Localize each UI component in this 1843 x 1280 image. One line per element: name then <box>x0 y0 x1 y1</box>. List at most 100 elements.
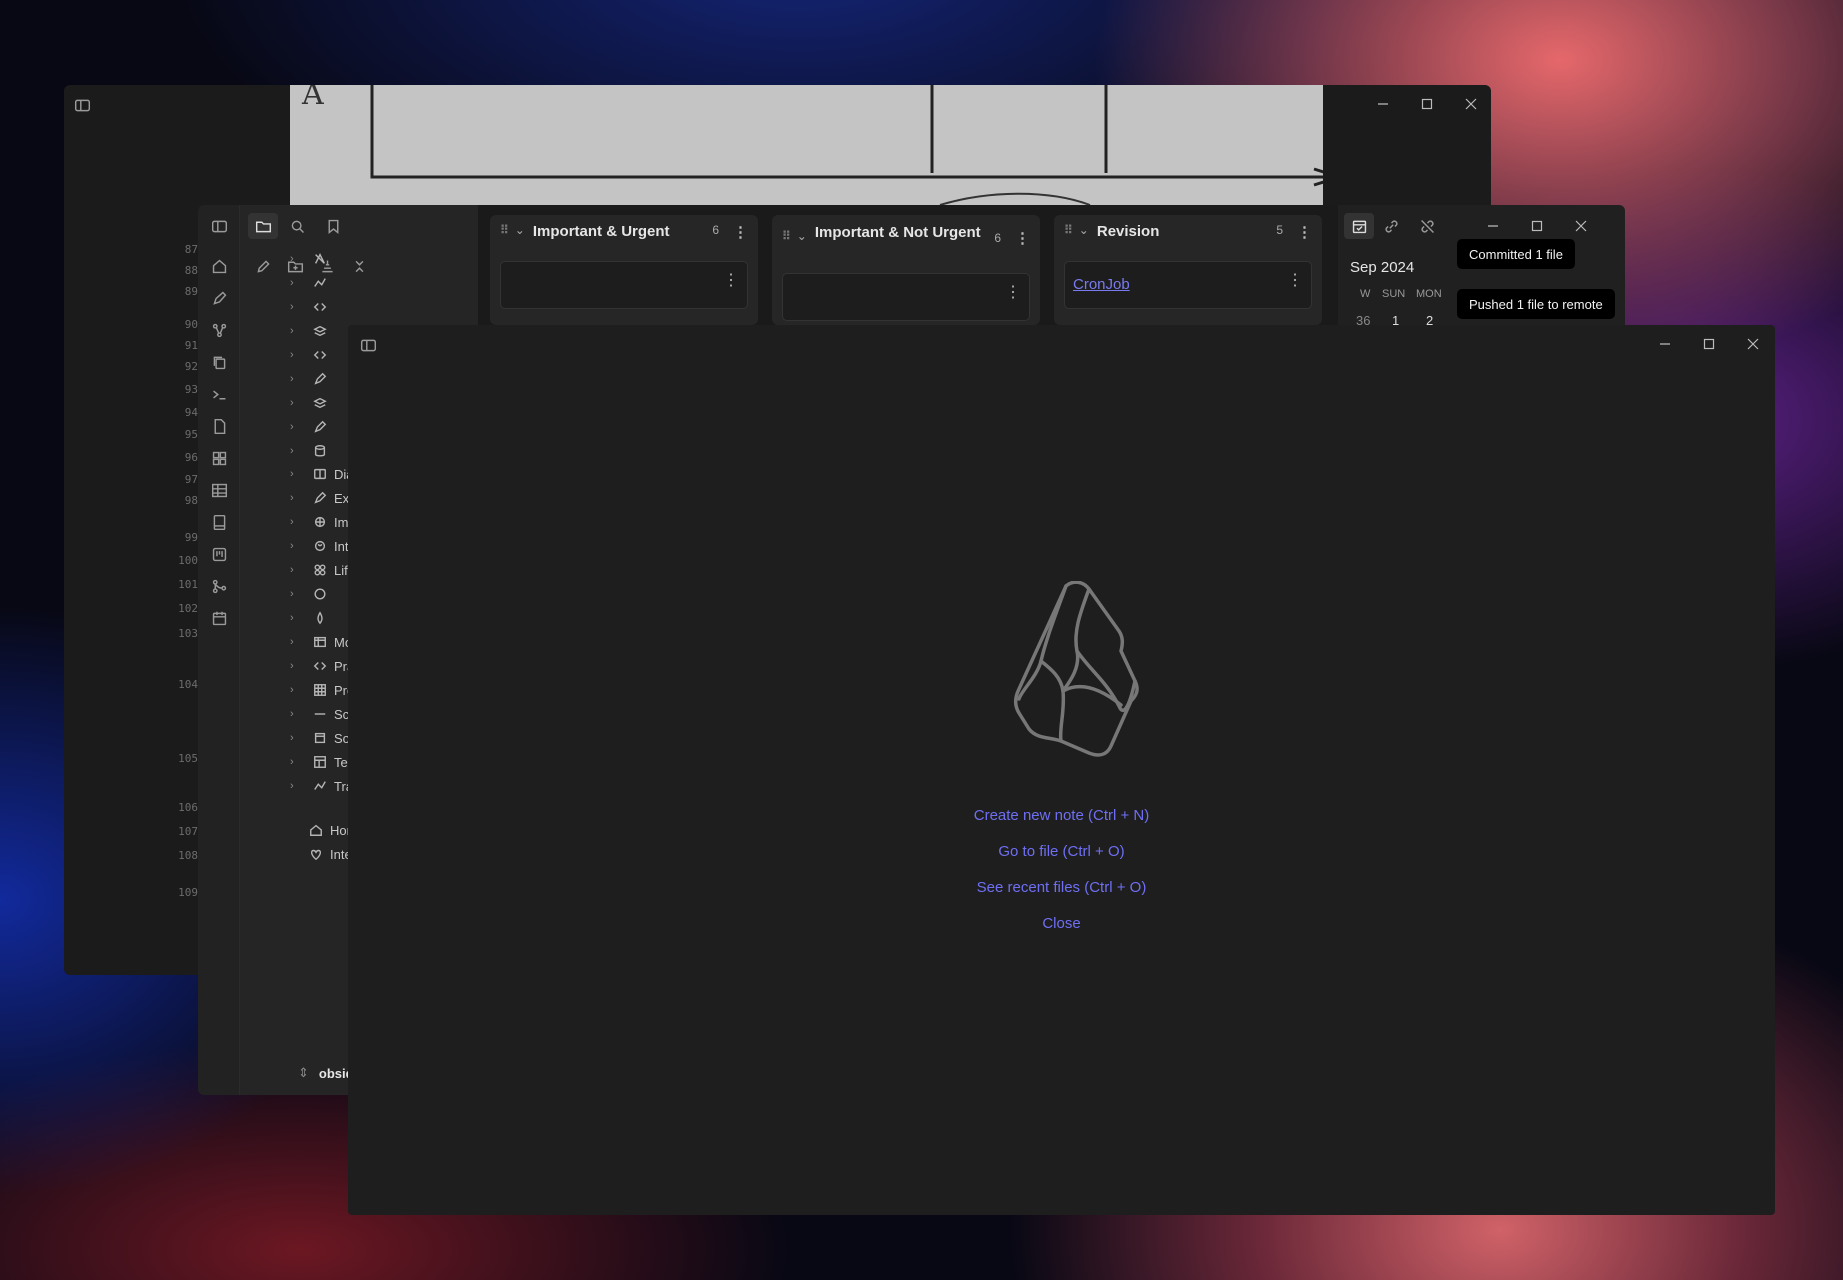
excalidraw-canvas[interactable]: A <box>290 85 1323 205</box>
more-icon[interactable]: ⋮ <box>1005 282 1021 302</box>
line-number: 94 <box>184 406 198 419</box>
new-note-icon[interactable] <box>252 255 274 277</box>
more-icon[interactable]: ⋮ <box>733 223 748 241</box>
minimize-button[interactable] <box>1654 333 1676 355</box>
bookmark-icon[interactable] <box>322 215 344 237</box>
card-link[interactable]: CronJob <box>1073 276 1130 293</box>
pen-icon[interactable] <box>208 287 230 309</box>
line-number: 106 <box>178 801 198 814</box>
line-number: 95 <box>184 428 198 441</box>
chevron-right-icon: › <box>290 564 294 576</box>
go-to-file-link[interactable]: Go to file (Ctrl + O) <box>348 843 1775 860</box>
drag-handle-icon[interactable]: ⠿ <box>500 223 509 237</box>
more-icon[interactable]: ⋮ <box>1297 223 1312 241</box>
notification-toast[interactable]: Committed 1 file <box>1457 239 1575 269</box>
obsidian-logo <box>1011 580 1151 761</box>
book-icon[interactable] <box>208 511 230 533</box>
chevron-right-icon: › <box>290 325 294 337</box>
folder-icon <box>312 395 328 411</box>
folder-icon <box>312 634 328 650</box>
kanban-card[interactable]: CronJob ⋮ <box>1064 261 1312 309</box>
more-icon[interactable]: ⋮ <box>1015 229 1030 247</box>
calendar-check-icon[interactable] <box>1344 213 1374 239</box>
calendar-month: Sep 2024 <box>1350 259 1415 276</box>
sidebar-toggle-icon[interactable] <box>358 335 378 355</box>
sidebar-toggle-icon[interactable] <box>72 95 92 115</box>
minimize-button[interactable] <box>1482 215 1504 237</box>
folder-icon <box>312 466 328 482</box>
line-number: 87 <box>184 243 198 256</box>
ribbon <box>198 205 240 1095</box>
chevron-down-icon[interactable]: ⌄ <box>797 229 807 243</box>
kanban-lane: ⠿ ⌄ Important & Not Urgent 6 ⋮ ⋮ <box>772 215 1040 325</box>
kanban-card[interactable]: ⋮ <box>782 273 1030 321</box>
tree-folder[interactable]: › <box>290 439 334 463</box>
tree-folder[interactable]: › <box>290 415 334 439</box>
chevron-down-icon[interactable]: ⌄ <box>515 223 525 237</box>
create-new-note-link[interactable]: Create new note (Ctrl + N) <box>348 807 1775 824</box>
folder-icon <box>312 586 328 602</box>
folder-icon <box>312 514 328 530</box>
file-icon[interactable] <box>208 415 230 437</box>
tree-folder[interactable]: › <box>290 295 334 319</box>
line-number: 109 <box>178 886 198 899</box>
graph-icon[interactable] <box>208 319 230 341</box>
maximize-button[interactable] <box>1526 215 1548 237</box>
tree-folder[interactable]: › <box>290 391 334 415</box>
collapse-icon[interactable] <box>348 255 370 277</box>
link-icon[interactable] <box>1380 215 1402 237</box>
chevron-down-icon[interactable]: ⌄ <box>1079 223 1089 237</box>
tree-folder[interactable]: › <box>290 247 334 271</box>
drag-handle-icon[interactable]: ⠿ <box>782 229 791 243</box>
more-icon[interactable]: ⋮ <box>1287 270 1303 290</box>
close-button[interactable] <box>1742 333 1764 355</box>
maximize-button[interactable] <box>1416 93 1438 115</box>
grid-icon[interactable] <box>208 447 230 469</box>
tree-folder[interactable]: › <box>290 367 334 391</box>
chevron-right-icon: › <box>290 277 294 289</box>
chevron-right-icon: › <box>290 708 294 720</box>
home-icon[interactable] <box>208 255 230 277</box>
kanban-card[interactable]: ⋮ <box>500 261 748 309</box>
drag-handle-icon[interactable]: ⠿ <box>1064 223 1073 237</box>
sidebar-toggle-icon[interactable] <box>208 215 230 237</box>
kanban-lane: ⠿ ⌄ Revision 5 ⋮ CronJob ⋮ <box>1054 215 1322 325</box>
tree-folder[interactable]: › <box>290 319 334 343</box>
close-button[interactable] <box>1570 215 1592 237</box>
chevron-right-icon: › <box>290 612 294 624</box>
close-link[interactable]: Close <box>348 915 1775 932</box>
chevron-right-icon: › <box>290 780 294 792</box>
chevron-right-icon: › <box>290 445 294 457</box>
folder-icon[interactable] <box>248 213 278 239</box>
line-number: 103 <box>178 627 198 640</box>
more-icon[interactable]: ⋮ <box>723 270 739 290</box>
close-button[interactable] <box>1460 93 1482 115</box>
chevron-right-icon: › <box>290 660 294 672</box>
copy-icon[interactable] <box>208 351 230 373</box>
chevron-right-icon: › <box>290 588 294 600</box>
file-icon <box>308 846 324 862</box>
kanban-icon[interactable] <box>208 543 230 565</box>
search-icon[interactable] <box>286 215 308 237</box>
terminal-icon[interactable] <box>208 383 230 405</box>
folder-icon <box>312 610 328 626</box>
tree-folder[interactable]: › <box>290 606 334 630</box>
minimize-button[interactable] <box>1372 93 1394 115</box>
tree-folder[interactable]: › <box>290 582 334 606</box>
table-icon[interactable] <box>208 479 230 501</box>
folder-icon <box>312 706 328 722</box>
notification-toast[interactable]: Pushed 1 file to remote <box>1457 289 1615 319</box>
see-recent-files-link[interactable]: See recent files (Ctrl + O) <box>348 879 1775 896</box>
folder-icon <box>312 490 328 506</box>
lane-title: Revision <box>1096 223 1160 240</box>
unlink-icon[interactable] <box>1416 215 1438 237</box>
chevron-right-icon: › <box>290 397 294 409</box>
maximize-button[interactable] <box>1698 333 1720 355</box>
git-icon[interactable] <box>208 575 230 597</box>
calendar-icon[interactable] <box>208 607 230 629</box>
line-number: 89 <box>184 285 198 298</box>
tree-folder[interactable]: › <box>290 343 334 367</box>
folder-icon <box>312 562 328 578</box>
folder-icon <box>312 730 328 746</box>
tree-folder[interactable]: › <box>290 271 334 295</box>
